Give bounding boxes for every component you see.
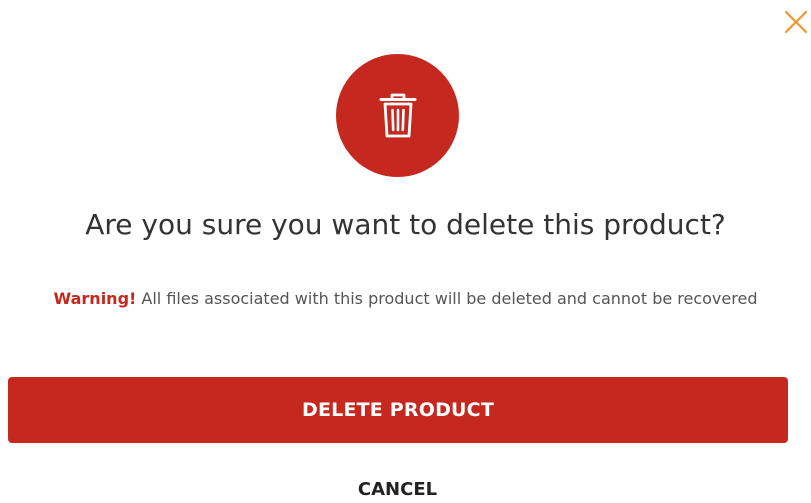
trash-icon-badge: [336, 54, 459, 177]
delete-product-button[interactable]: DELETE PRODUCT: [8, 377, 788, 443]
warning-message: Warning! All files associated with this …: [40, 284, 771, 314]
warning-text: All files associated with this product w…: [141, 289, 758, 308]
dialog-title: Are you sure you want to delete this pro…: [85, 208, 726, 241]
delete-product-dialog: Are you sure you want to delete this pro…: [0, 0, 811, 503]
cancel-button[interactable]: CANCEL: [320, 475, 475, 503]
trash-icon: [379, 93, 416, 137]
warning-label: Warning!: [53, 289, 137, 308]
close-icon: [784, 10, 808, 34]
close-button[interactable]: [782, 8, 810, 36]
